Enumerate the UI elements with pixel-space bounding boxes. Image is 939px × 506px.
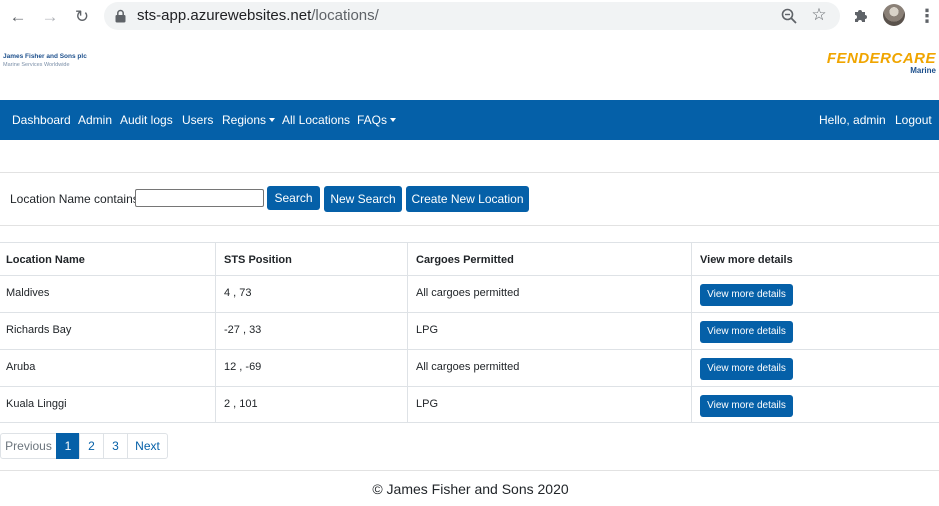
location-name-cell: Richards Bay <box>6 324 72 336</box>
nav-faqs-dropdown[interactable]: FAQs <box>357 113 397 127</box>
divider <box>0 172 939 173</box>
table-header-row: Location Name STS Position Cargoes Permi… <box>0 242 939 275</box>
bookmark-star-icon[interactable]: ☆ <box>810 6 828 24</box>
search-button[interactable]: Search <box>267 186 320 210</box>
nav-admin-label: Admin <box>78 113 113 127</box>
nav-dashboard-label: Dashboard <box>12 113 71 127</box>
back-arrow-icon[interactable]: ← <box>8 7 28 27</box>
caret-down-icon <box>390 118 397 122</box>
sts-position-cell: 2 , 101 <box>224 398 258 410</box>
pagination-page-3[interactable]: 3 <box>103 433 128 459</box>
nav-all-locations-label: All Locations <box>282 113 351 127</box>
zoom-icon[interactable] <box>780 7 798 25</box>
lock-icon[interactable] <box>114 9 127 23</box>
nav-regions-label: Regions <box>222 113 267 127</box>
extensions-puzzle-icon[interactable] <box>851 6 871 26</box>
forward-arrow-icon[interactable]: → <box>40 7 60 27</box>
james-fisher-logo-tagline: Marine Services Worldwide <box>3 62 70 68</box>
fendercare-logo-name: FENDERCARE <box>826 50 936 67</box>
column-header-sts-position: STS Position <box>224 254 292 266</box>
location-search-label: Location Name contains: <box>10 192 143 206</box>
nav-users-label: Users <box>182 113 214 127</box>
pagination-page-2[interactable]: 2 <box>79 433 104 459</box>
main-navbar: Dashboard Admin Audit logs Users Regions… <box>0 100 939 140</box>
nav-logout[interactable]: Logout <box>895 113 932 127</box>
site-header: James Fisher and Sons plc Marine Service… <box>0 33 939 100</box>
address-bar[interactable]: sts-app.azurewebsites.net/locations/ ☆ <box>104 2 840 30</box>
footer-copyright: © James Fisher and Sons 2020 <box>372 481 569 497</box>
column-header-view-more-details: View more details <box>700 254 793 266</box>
location-name-cell: Maldives <box>6 287 50 299</box>
table-row: Kuala Linggi 2 , 101 LPG View more detai… <box>0 386 939 423</box>
nav-admin[interactable]: Admin <box>78 113 112 127</box>
nav-all-locations[interactable]: All Locations <box>282 113 350 127</box>
url-text[interactable]: sts-app.azurewebsites.net/locations/ <box>137 7 379 24</box>
sts-position-cell: 4 , 73 <box>224 287 252 299</box>
table-row: Richards Bay -27 , 33 LPG View more deta… <box>0 312 939 349</box>
column-header-location-name: Location Name <box>6 254 85 266</box>
nav-regions-dropdown[interactable]: Regions <box>222 113 276 127</box>
create-new-location-button[interactable]: Create New Location <box>406 186 529 212</box>
view-more-details-button[interactable]: View more details <box>700 321 793 343</box>
fendercare-logo: FENDERCARE Marine <box>826 50 936 75</box>
nav-audit-logs-label: Audit logs <box>120 113 173 127</box>
nav-users[interactable]: Users <box>182 113 213 127</box>
view-more-details-button[interactable]: View more details <box>700 358 793 380</box>
divider <box>0 470 939 471</box>
view-more-details-button[interactable]: View more details <box>700 395 793 417</box>
pagination-page-1[interactable]: 1 <box>56 433 80 459</box>
profile-avatar[interactable] <box>883 4 905 26</box>
nav-faqs-label: FAQs <box>357 113 388 127</box>
caret-down-icon <box>269 118 276 122</box>
cargoes-permitted-cell: All cargoes permitted <box>416 361 520 373</box>
view-more-details-button[interactable]: View more details <box>700 284 793 306</box>
url-path: /locations/ <box>311 7 379 24</box>
location-search-input[interactable] <box>135 189 264 207</box>
cargoes-permitted-cell: LPG <box>416 398 439 410</box>
location-name-cell: Aruba <box>6 361 36 373</box>
sts-position-cell: 12 , -69 <box>224 361 262 373</box>
fendercare-logo-sub: Marine <box>910 66 936 75</box>
browser-toolbar: ← → ↻ sts-app.azurewebsites.net/location… <box>0 0 939 33</box>
nav-greeting-label: Hello, admin <box>819 113 886 127</box>
pagination-previous[interactable]: Previous <box>0 433 57 459</box>
footer: © James Fisher and Sons 2020 <box>0 481 939 497</box>
cargoes-permitted-cell: All cargoes permitted <box>416 287 520 299</box>
james-fisher-logo: James Fisher and Sons plc Marine Service… <box>3 53 87 69</box>
james-fisher-logo-name: James Fisher and Sons plc <box>3 53 87 60</box>
url-host: sts-app.azurewebsites.net <box>137 7 312 24</box>
cargoes-permitted-cell: LPG <box>416 324 439 336</box>
column-header-cargoes-permitted: Cargoes Permitted <box>416 254 514 266</box>
divider <box>0 225 939 226</box>
sts-position-cell: -27 , 33 <box>224 324 262 336</box>
reload-icon[interactable]: ↻ <box>72 7 92 27</box>
pagination-next[interactable]: Next <box>127 433 168 459</box>
new-search-button[interactable]: New Search <box>324 186 402 212</box>
nav-logout-label: Logout <box>895 113 932 127</box>
location-name-cell: Kuala Linggi <box>6 398 67 410</box>
nav-dashboard[interactable]: Dashboard <box>12 113 71 127</box>
table-row: Aruba 12 , -69 All cargoes permitted Vie… <box>0 349 939 386</box>
nav-audit-logs[interactable]: Audit logs <box>120 113 173 127</box>
nav-greeting[interactable]: Hello, admin <box>819 113 886 127</box>
table-row: Maldives 4 , 73 All cargoes permitted Vi… <box>0 275 939 312</box>
more-menu-icon[interactable]: ⋮ <box>918 6 936 26</box>
